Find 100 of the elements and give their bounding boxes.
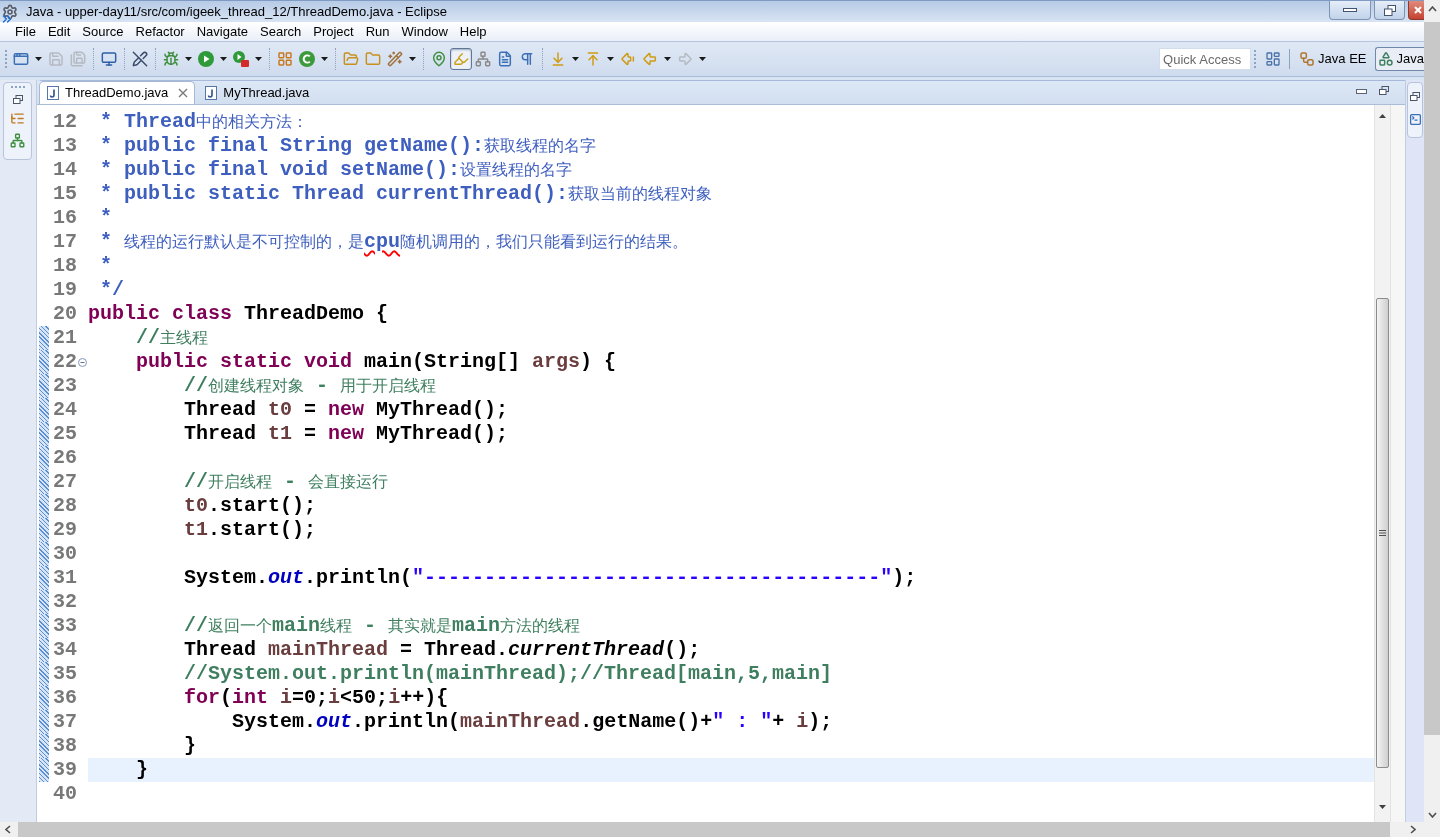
line-number: 26 (53, 446, 77, 470)
code-line: Thread t1 = new MyThread(); (184, 422, 509, 446)
caret-icon[interactable] (321, 57, 328, 61)
file-icon (205, 85, 218, 100)
toolbar-button[interactable] (195, 48, 217, 70)
grip-icon[interactable] (1254, 49, 1257, 69)
line-number: 22 (53, 350, 77, 374)
restore-icon[interactable] (1410, 92, 1420, 101)
scroll-right-icon[interactable] (1410, 825, 1416, 834)
line-number: 12 (53, 110, 77, 134)
line-number: 16 (53, 206, 77, 230)
restore-button[interactable] (1374, 1, 1405, 20)
code-line: Thread t0 = new MyThread(); (184, 398, 509, 422)
double-chevron-icon[interactable] (0, 12, 14, 26)
scroll-up-icon[interactable] (1379, 114, 1386, 118)
line-number: 18 (53, 254, 77, 278)
caret-icon[interactable] (572, 57, 579, 61)
grip-icon (1379, 530, 1386, 536)
line-number: 38 (53, 734, 77, 758)
code-line: System.out.println(mainThread.getName()+" : "+ i); (232, 710, 833, 734)
caret-icon[interactable] (220, 57, 227, 61)
panels-icon[interactable] (1265, 51, 1282, 67)
code-line: t1.start(); (184, 518, 317, 542)
maximize-icon[interactable] (1379, 86, 1389, 95)
close-button[interactable] (1408, 1, 1424, 20)
line-number: 39 (53, 758, 77, 782)
scrollbar-thumb[interactable] (1376, 298, 1389, 768)
caret-icon[interactable] (185, 57, 192, 61)
line-number: 35 (53, 662, 77, 686)
down-arrow-icon (550, 51, 566, 67)
caret-icon[interactable] (35, 57, 42, 61)
grid-icon (277, 51, 293, 67)
line-number: 21 (53, 326, 77, 350)
quick-access-field[interactable]: Quick Access (1159, 48, 1252, 70)
editor-scrollbar[interactable] (1374, 105, 1390, 822)
menu-item[interactable]: Source (76, 22, 130, 41)
toolbar-button[interactable] (450, 48, 472, 70)
editor-tab[interactable]: ThreadDemo.java (39, 81, 196, 104)
code-line: * public static Thread currentThread():获取当前的线程对象 (100, 182, 713, 206)
menu-item[interactable]: Edit (41, 22, 77, 41)
toolbar-button[interactable] (296, 48, 318, 70)
caret-icon[interactable] (664, 57, 671, 61)
shapes-icon (1377, 51, 1394, 67)
scroll-up-icon[interactable] (1427, 6, 1437, 12)
code-line: * public final String getName():获取线程的名字 (100, 134, 597, 158)
line-number: 14 (53, 158, 77, 182)
line-number: 36 (53, 686, 77, 710)
play-icon (198, 51, 214, 67)
menu-item[interactable]: Search (254, 22, 308, 41)
scroll-down-icon[interactable] (1427, 812, 1437, 818)
terminal-icon[interactable] (1408, 113, 1422, 126)
close-icon[interactable] (178, 88, 189, 98)
pilcrow-icon (519, 51, 535, 67)
right-arrow-icon (677, 51, 693, 67)
caret-icon[interactable] (255, 57, 262, 61)
toolbar-button[interactable] (230, 48, 252, 70)
code-line: * (100, 254, 113, 278)
editor-tab[interactable]: MyThread.java (198, 81, 317, 104)
line-number: 17 (53, 230, 77, 254)
minimize-icon[interactable] (1356, 89, 1367, 94)
save-icon (48, 51, 64, 67)
code-line: } (184, 734, 197, 758)
menu-item[interactable]: Window (395, 22, 454, 41)
menu-item[interactable]: Project (307, 22, 360, 41)
line-number: 19 (53, 278, 77, 302)
line-number: 34 (53, 638, 77, 662)
menu-item[interactable]: Run (359, 22, 396, 41)
up-arrow-icon (585, 51, 601, 67)
minimize-icon (1343, 8, 1357, 12)
restore-icon (1383, 4, 1396, 16)
menu-item[interactable]: Navigate (190, 22, 254, 41)
menu-item[interactable]: Refactor (129, 22, 191, 41)
line-number: 24 (53, 398, 77, 422)
line-number: 23 (53, 374, 77, 398)
code-line: //开启线程 - 会直接运行 (184, 470, 389, 494)
line-number: 30 (53, 542, 77, 566)
perspective-button[interactable]: Java (1374, 47, 1424, 71)
minimize-button[interactable] (1329, 1, 1371, 20)
tree-icon[interactable] (10, 133, 25, 148)
scroll-down-icon[interactable] (1379, 805, 1386, 809)
line-number: 40 (53, 782, 77, 806)
perspective-button[interactable]: Java EE (1295, 47, 1371, 71)
restore-icon[interactable] (12, 95, 23, 104)
network-icon (475, 51, 491, 67)
caret-icon[interactable] (607, 57, 614, 61)
hierarchy-icon[interactable] (10, 111, 25, 126)
line-number: 29 (53, 518, 77, 542)
save-all-icon (70, 51, 86, 67)
code-line: * public final void setName():设置线程的名字 (100, 158, 573, 182)
menu-item[interactable]: Help (453, 22, 493, 41)
new-window-icon (13, 51, 29, 67)
document-icon (497, 51, 513, 67)
caret-icon[interactable] (409, 57, 416, 61)
crossed-pen-icon (132, 51, 148, 67)
code-line: //主线程 (136, 326, 209, 350)
menu-item[interactable]: File (9, 22, 42, 41)
code-line: //创建线程对象 - 用于开启线程 (184, 374, 437, 398)
fold-icon[interactable] (78, 357, 87, 367)
line-number: 28 (53, 494, 77, 518)
scroll-left-icon[interactable] (5, 825, 11, 834)
